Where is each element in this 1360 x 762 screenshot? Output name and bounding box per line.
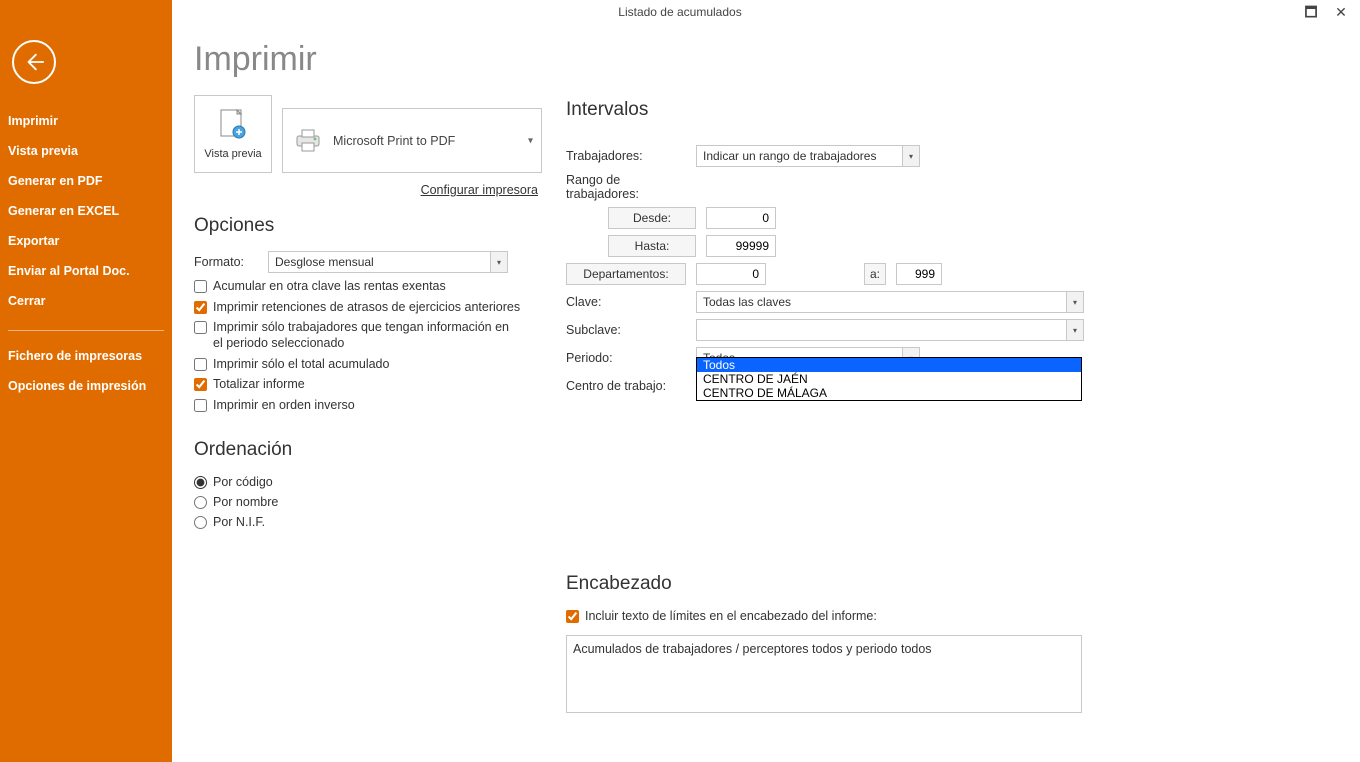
section-opciones-title: Opciones [194, 215, 542, 237]
arrow-left-icon [23, 51, 45, 73]
dept-a-button[interactable]: a: [864, 263, 886, 285]
periodo-label: Periodo: [566, 351, 686, 365]
chevron-down-icon: ▾ [490, 252, 507, 272]
desde-button[interactable]: Desde: [608, 207, 696, 229]
radio-por-nif[interactable]: Por N.I.F. [194, 515, 542, 529]
sidebar-item-cerrar[interactable]: Cerrar [0, 286, 172, 316]
chk-acumular-clave-label: Acumular en otra clave las rentas exenta… [213, 279, 446, 295]
chk-incluir-texto-limites-label: Incluir texto de límites en el encabezad… [585, 609, 877, 625]
dept-to-input[interactable] [896, 263, 942, 285]
formato-value: Desglose mensual [275, 255, 374, 269]
sidebar-item-enviar-portal[interactable]: Enviar al Portal Doc. [0, 256, 172, 286]
sidebar-item-vista-previa[interactable]: Vista previa [0, 136, 172, 166]
hasta-button[interactable]: Hasta: [608, 235, 696, 257]
radio-por-nombre-label: Por nombre [213, 495, 278, 509]
dept-from-input[interactable] [696, 263, 766, 285]
encabezado-textarea[interactable] [566, 635, 1082, 713]
centro-option-malaga[interactable]: CENTRO DE MÁLAGA [697, 386, 1081, 400]
back-button[interactable] [12, 40, 56, 84]
formato-select[interactable]: Desglose mensual ▾ [268, 251, 508, 273]
chk-solo-trabajadores-info-label: Imprimir sólo trabajadores que tengan in… [213, 320, 513, 351]
vista-previa-button[interactable]: Vista previa [194, 95, 272, 173]
clave-value: Todas las claves [703, 295, 791, 309]
subclave-label: Subclave: [566, 323, 686, 337]
chk-solo-trabajadores-info[interactable]: Imprimir sólo trabajadores que tengan in… [194, 320, 542, 351]
departamentos-button[interactable]: Departamentos: [566, 263, 686, 285]
chk-totalizar-informe[interactable]: Totalizar informe [194, 377, 542, 393]
configure-printer-link[interactable]: Configurar impresora [194, 183, 538, 197]
radio-por-codigo[interactable]: Por código [194, 475, 542, 489]
chk-retenciones-atrasos-label: Imprimir retenciones de atrasos de ejerc… [213, 300, 520, 316]
chevron-down-icon: ▾ [1066, 320, 1083, 340]
section-intervalos-title: Intervalos [566, 99, 1336, 121]
printer-name: Microsoft Print to PDF [333, 134, 455, 148]
sidebar-item-fichero-impresoras[interactable]: Fichero de impresoras [0, 341, 172, 371]
sidebar-item-exportar[interactable]: Exportar [0, 226, 172, 256]
centro-option-todos[interactable]: Todos [697, 358, 1081, 372]
window-maximize-icon[interactable]: 🗖 [1296, 0, 1326, 24]
chevron-down-icon: ▾ [902, 146, 919, 166]
chk-solo-total-acumulado-label: Imprimir sólo el total acumulado [213, 357, 389, 373]
centro-dropdown[interactable]: Todos CENTRO DE JAÉN CENTRO DE MÁLAGA [696, 357, 1082, 401]
sidebar-separator [8, 330, 164, 331]
formato-label: Formato: [194, 255, 258, 269]
chk-retenciones-atrasos[interactable]: Imprimir retenciones de atrasos de ejerc… [194, 300, 542, 316]
desde-input[interactable] [706, 207, 776, 229]
trabajadores-label: Trabajadores: [566, 149, 686, 163]
hasta-input[interactable] [706, 235, 776, 257]
printer-icon [293, 128, 323, 154]
chk-solo-total-acumulado[interactable]: Imprimir sólo el total acumulado [194, 357, 542, 373]
rango-label: Rango de trabajadores: [566, 173, 686, 201]
radio-por-nif-label: Por N.I.F. [213, 515, 265, 529]
centro-label: Centro de trabajo: [566, 379, 686, 393]
clave-select[interactable]: Todas las claves ▾ [696, 291, 1084, 313]
sidebar-item-generar-excel[interactable]: Generar en EXCEL [0, 196, 172, 226]
section-encabezado-title: Encabezado [566, 573, 1336, 595]
window-close-icon[interactable]: ✕ [1326, 0, 1356, 24]
window-title: Listado de acumulados [618, 5, 741, 19]
radio-por-codigo-label: Por código [213, 475, 273, 489]
chk-totalizar-informe-label: Totalizar informe [213, 377, 305, 393]
printer-select[interactable]: Microsoft Print to PDF ▾ [282, 108, 542, 173]
chevron-down-icon: ▾ [1066, 292, 1083, 312]
trabajadores-value: Indicar un rango de trabajadores [703, 149, 876, 163]
centro-option-jaen[interactable]: CENTRO DE JAÉN [697, 372, 1081, 386]
page-title: Imprimir [194, 40, 1336, 79]
document-preview-icon [216, 108, 250, 144]
chk-incluir-texto-limites[interactable]: Incluir texto de límites en el encabezad… [566, 609, 1336, 625]
chk-orden-inverso[interactable]: Imprimir en orden inverso [194, 398, 542, 414]
clave-label: Clave: [566, 295, 686, 309]
subclave-select[interactable]: ▾ [696, 319, 1084, 341]
sidebar-item-opciones-impresion[interactable]: Opciones de impresión [0, 371, 172, 401]
sidebar: Imprimir Vista previa Generar en PDF Gen… [0, 0, 172, 762]
chk-acumular-clave[interactable]: Acumular en otra clave las rentas exenta… [194, 279, 542, 295]
chk-orden-inverso-label: Imprimir en orden inverso [213, 398, 355, 414]
trabajadores-select[interactable]: Indicar un rango de trabajadores ▾ [696, 145, 920, 167]
chevron-down-icon: ▾ [528, 135, 533, 146]
vista-previa-label: Vista previa [204, 148, 261, 160]
radio-por-nombre[interactable]: Por nombre [194, 495, 542, 509]
section-ordenacion-title: Ordenación [194, 439, 542, 461]
sidebar-item-imprimir[interactable]: Imprimir [0, 106, 172, 136]
sidebar-item-generar-pdf[interactable]: Generar en PDF [0, 166, 172, 196]
